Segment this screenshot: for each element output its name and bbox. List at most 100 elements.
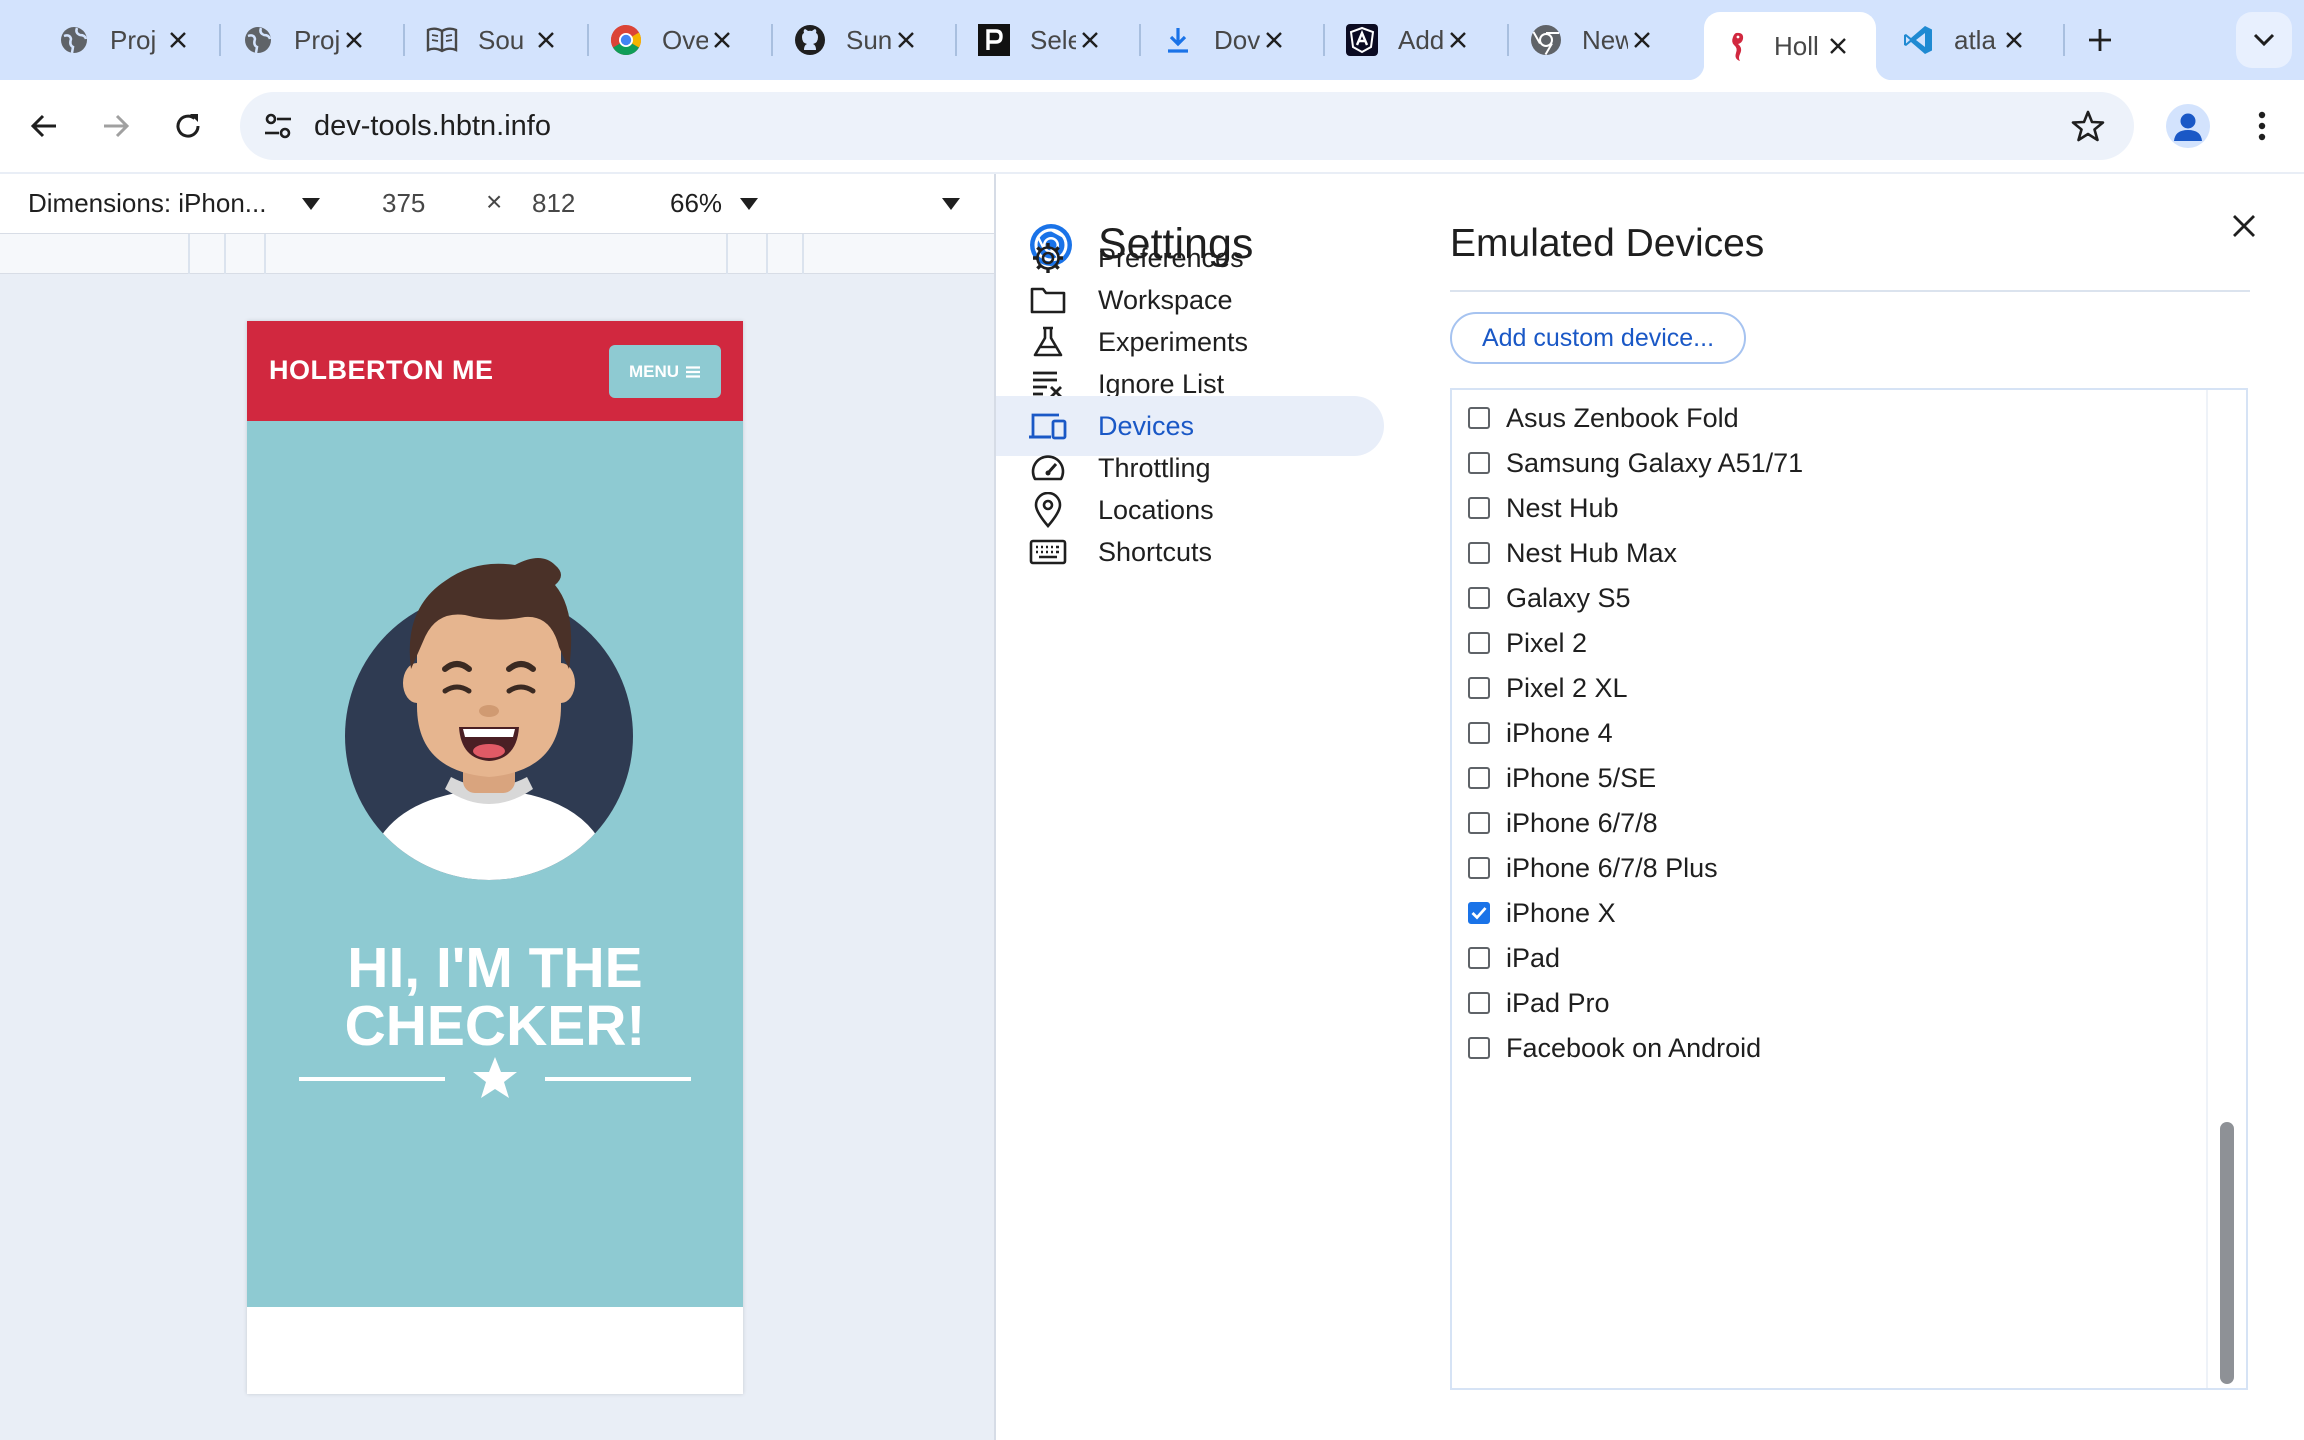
device-checkbox[interactable] (1468, 542, 1490, 564)
browser-tab-active[interactable]: Holl (1688, 12, 1892, 80)
device-checkbox[interactable] (1468, 767, 1490, 789)
device-label: iPhone 4 (1506, 717, 1613, 748)
device-toolbar: Dimensions: iPhon... 375 × 812 66% (0, 174, 994, 234)
device-item[interactable]: iPad (1468, 938, 1560, 978)
close-icon[interactable] (1076, 26, 1104, 54)
ruler-mark (188, 234, 190, 274)
browser-toolbar: dev-tools.hbtn.info (0, 80, 2304, 172)
forward-button[interactable] (92, 102, 140, 150)
device-list[interactable]: Asus Zenbook Fold Samsung Galaxy A51/71 … (1450, 388, 2248, 1390)
back-button[interactable] (20, 102, 68, 150)
close-icon[interactable] (340, 26, 368, 54)
close-icon[interactable] (1628, 26, 1656, 54)
device-item[interactable]: Asus Zenbook Fold (1468, 398, 1739, 438)
site-info-button[interactable] (256, 104, 300, 148)
device-item[interactable]: iPhone X (1468, 893, 1616, 933)
device-item[interactable]: Galaxy S5 (1468, 578, 1631, 618)
site-header: HOLBERTON ME MENU (247, 321, 743, 421)
close-icon[interactable] (708, 26, 736, 54)
device-item[interactable]: Pixel 2 XL (1468, 668, 1628, 708)
address-bar[interactable]: dev-tools.hbtn.info (240, 92, 2134, 160)
device-checkbox[interactable] (1468, 722, 1490, 744)
browser-tab[interactable]: Sele (960, 12, 1128, 68)
device-checkbox[interactable] (1468, 1037, 1490, 1059)
close-icon[interactable] (164, 26, 192, 54)
emulated-page[interactable]: HOLBERTON ME MENU HI, I'M THE CHECKER! (247, 321, 743, 1394)
device-item[interactable]: Samsung Galaxy A51/71 (1468, 443, 1803, 483)
device-item[interactable]: iPad Pro (1468, 983, 1610, 1023)
browser-tab[interactable]: Proj (224, 12, 392, 68)
settings-close-button[interactable] (2222, 204, 2266, 248)
device-checkbox[interactable] (1468, 677, 1490, 699)
close-icon[interactable] (2000, 26, 2028, 54)
browser-tab[interactable]: Ove (592, 12, 760, 68)
device-item[interactable]: Pixel 2 (1468, 623, 1587, 663)
close-icon[interactable] (1444, 26, 1472, 54)
chevron-down-icon (2253, 33, 2275, 47)
settings-nav-label: Experiments (1098, 326, 1249, 357)
settings-nav-shortcuts[interactable]: Shortcuts (996, 522, 1384, 582)
profile-avatar[interactable] (2166, 104, 2210, 148)
device-checkbox[interactable] (1468, 857, 1490, 879)
device-checkbox[interactable] (1468, 632, 1490, 654)
tab-separator (955, 24, 957, 56)
dropdown-triangle-icon[interactable] (302, 198, 320, 210)
device-item[interactable]: iPhone 6/7/8 Plus (1468, 848, 1718, 888)
ruler-mark (264, 234, 266, 274)
browser-tab[interactable]: Sun (776, 12, 944, 68)
browser-tab[interactable]: New (1512, 12, 1680, 68)
device-checkbox[interactable] (1468, 812, 1490, 834)
browser-tab[interactable]: Proj (40, 12, 216, 68)
more-vertical-icon (2258, 111, 2266, 141)
device-checkbox[interactable] (1468, 497, 1490, 519)
ruler-mark (726, 234, 728, 274)
dropdown-triangle-icon[interactable] (740, 198, 758, 210)
height-input[interactable]: 812 (532, 188, 575, 219)
device-checkbox-checked[interactable] (1468, 902, 1490, 924)
device-checkbox[interactable] (1468, 587, 1490, 609)
settings-nav-label: Locations (1098, 494, 1214, 525)
tab-search-button[interactable] (2236, 12, 2292, 68)
zoom-select[interactable]: 66% (670, 188, 722, 219)
device-checkbox[interactable] (1468, 407, 1490, 429)
browser-tab[interactable]: Dov (1144, 12, 1312, 68)
device-item[interactable]: iPhone 6/7/8 (1468, 803, 1658, 843)
device-item[interactable]: iPhone 5/SE (1468, 758, 1656, 798)
divider (1450, 290, 2250, 292)
star-icon (473, 1057, 517, 1098)
chrome-menu-button[interactable] (2240, 104, 2284, 148)
tab-title: Sun (846, 24, 892, 55)
device-item[interactable]: iPhone 4 (1468, 713, 1613, 753)
close-icon[interactable] (532, 26, 560, 54)
url-text[interactable]: dev-tools.hbtn.info (314, 110, 551, 143)
device-item[interactable]: Nest Hub (1468, 488, 1619, 528)
device-checkbox[interactable] (1468, 992, 1490, 1014)
device-item[interactable]: Facebook on Android (1468, 1028, 1761, 1068)
tab-separator (219, 24, 221, 56)
dimensions-select[interactable]: Dimensions: iPhon... (28, 188, 266, 219)
browser-tab[interactable]: atla (1884, 12, 2052, 68)
reload-button[interactable] (164, 102, 212, 150)
tab-title: atla (1954, 24, 1996, 55)
bookmark-button[interactable] (2068, 106, 2108, 146)
media-query-ruler[interactable] (0, 234, 994, 274)
more-options-triangle-icon[interactable] (942, 198, 960, 210)
add-custom-device-button[interactable]: Add custom device... (1450, 312, 1746, 364)
site-brand[interactable]: HOLBERTON ME (269, 355, 494, 386)
close-icon[interactable] (1824, 32, 1852, 60)
device-item[interactable]: Nest Hub Max (1468, 533, 1677, 573)
device-list-scrollbar[interactable] (2206, 390, 2246, 1388)
tab-separator (587, 24, 589, 56)
device-checkbox[interactable] (1468, 947, 1490, 969)
browser-tab[interactable]: Add (1328, 12, 1496, 68)
scrollbar-thumb[interactable] (2220, 1122, 2234, 1384)
menu-button[interactable]: MENU (609, 345, 721, 398)
width-input[interactable]: 375 (382, 188, 425, 219)
device-label: Samsung Galaxy A51/71 (1506, 447, 1804, 478)
close-icon[interactable] (1260, 26, 1288, 54)
new-tab-button[interactable] (2080, 20, 2120, 60)
device-checkbox[interactable] (1468, 452, 1490, 474)
chrome-icon (610, 24, 642, 56)
browser-tab[interactable]: Sou (408, 12, 584, 68)
close-icon[interactable] (892, 26, 920, 54)
